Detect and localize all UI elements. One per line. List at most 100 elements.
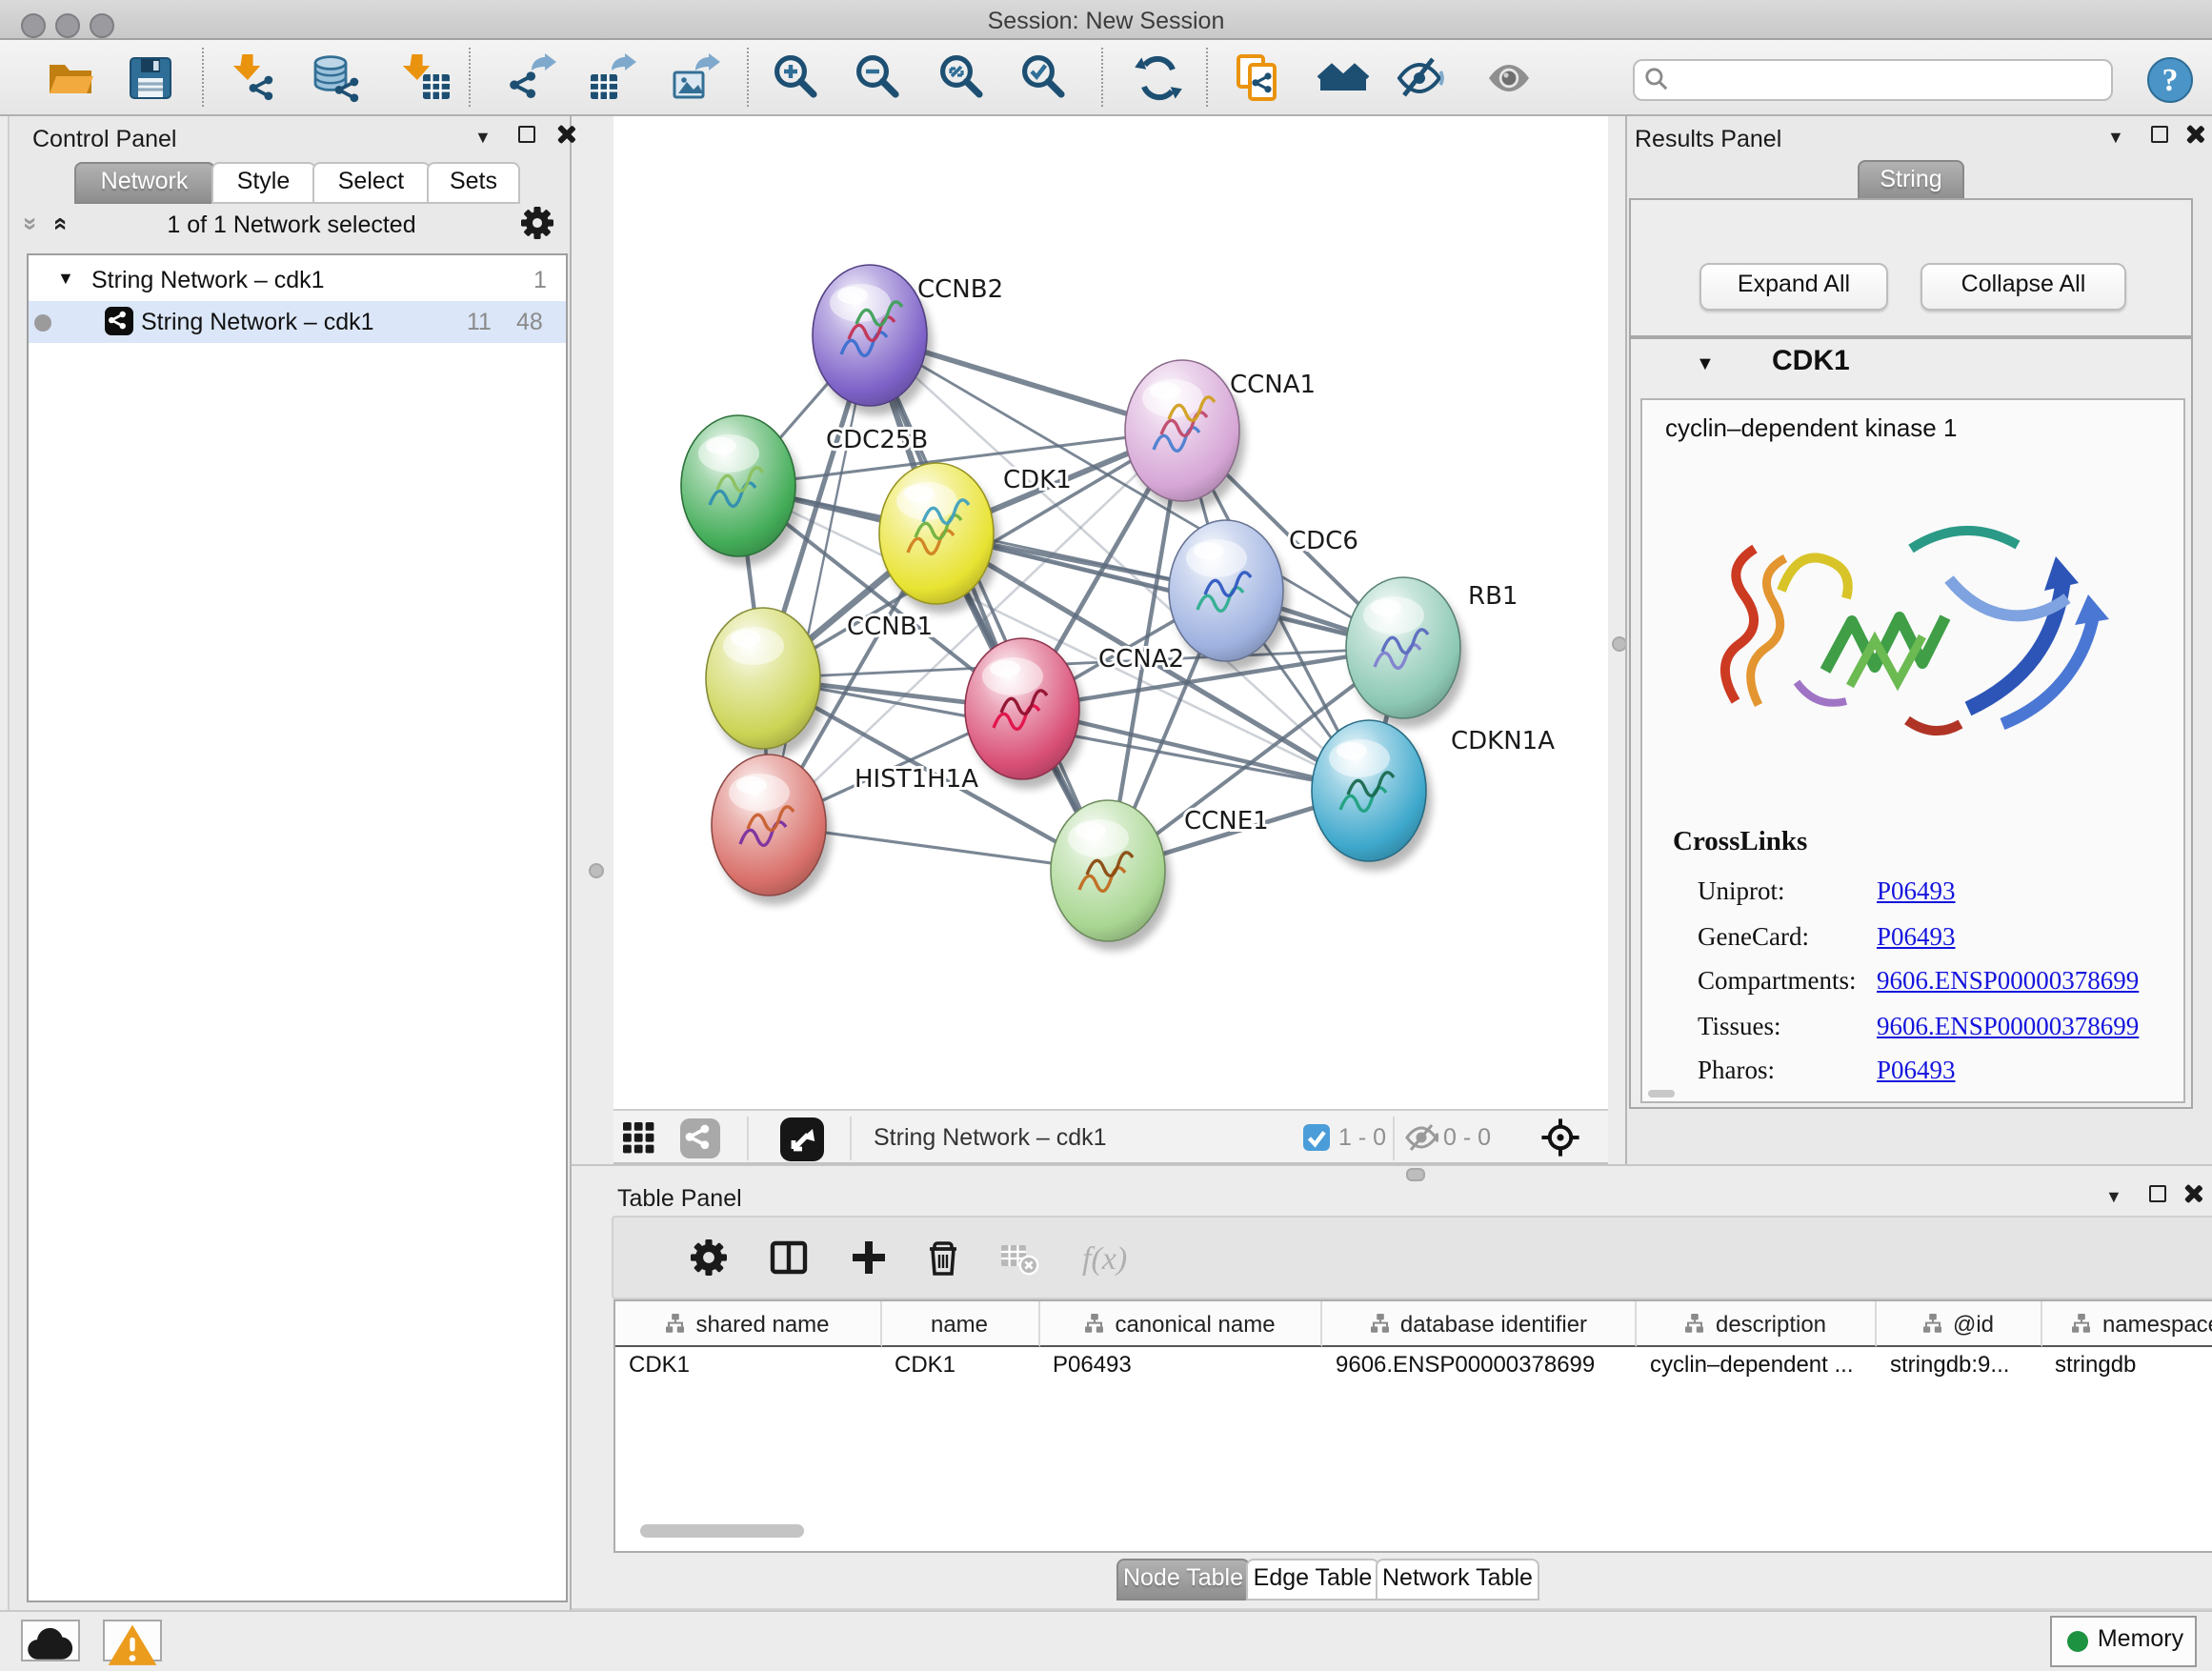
table-cell[interactable]: stringdb	[2041, 1347, 2212, 1383]
table-cell[interactable]: P06493	[1039, 1347, 1334, 1383]
network-list: ▼ String Network – cdk1 1 String Network…	[27, 253, 568, 1602]
cloud-icon[interactable]	[21, 1620, 80, 1661]
gear-icon[interactable]	[688, 1237, 730, 1278]
left-splitter-handle[interactable]	[589, 863, 604, 878]
zoom-selected-button[interactable]	[1016, 50, 1073, 107]
share-network-icon[interactable]	[679, 1118, 719, 1158]
panel-float-icon[interactable]	[518, 126, 535, 147]
column-header-name[interactable]: name	[881, 1301, 1039, 1347]
grid-view-icon[interactable]	[622, 1122, 654, 1155]
hide-selected-button[interactable]	[1393, 50, 1450, 107]
node-HIST1H1A[interactable]: HIST1H1A	[711, 755, 977, 905]
table-cell[interactable]: CDK1	[881, 1347, 1051, 1383]
import-database-icon	[309, 82, 366, 114]
tab-select[interactable]: Select	[312, 162, 431, 204]
zoom-out-button[interactable]	[850, 50, 907, 107]
collapse-all-button[interactable]: Collapse All	[1920, 263, 2126, 311]
panel-close-icon[interactable]	[2182, 1183, 2202, 1208]
panel-menu-icon[interactable]: ▼	[474, 128, 492, 147]
import-network-from-file-button[interactable]	[229, 50, 286, 107]
gear-icon[interactable]	[520, 206, 554, 240]
crosslink-value-link[interactable]: 9606.ENSP00000378699	[1877, 1011, 2139, 1041]
node-CDKN1A[interactable]: CDKN1A	[1311, 720, 1554, 871]
move-crosshair-icon[interactable]	[1538, 1117, 1580, 1158]
expand-all-icon[interactable]: «	[55, 208, 74, 238]
memory-button[interactable]: Memory	[2050, 1616, 2197, 1667]
network-collection-row[interactable]: ▼ String Network – cdk1 1	[29, 263, 566, 301]
node-CDC6[interactable]: CDC6	[1168, 520, 1357, 671]
scrollbar-stub[interactable]	[1648, 1090, 1675, 1097]
crosslink-value-link[interactable]: P06493	[1877, 876, 1956, 907]
tab-sets[interactable]: Sets	[427, 162, 520, 204]
table-cell[interactable]: CDK1	[615, 1347, 893, 1383]
node-table[interactable]: shared namenamecanonical namedatabase id…	[613, 1299, 2212, 1553]
open-session-button[interactable]	[42, 50, 99, 107]
panel-float-icon[interactable]	[2149, 1185, 2166, 1206]
node-RB1[interactable]: RB1	[1345, 577, 1517, 728]
refresh-view-button[interactable]	[1130, 50, 1187, 107]
tab-style[interactable]: Style	[211, 162, 315, 204]
export-image-icon	[669, 82, 726, 114]
node-CCNB2[interactable]: CCNB2	[812, 265, 1002, 415]
panel-menu-icon[interactable]: ▼	[2107, 128, 2124, 147]
crosslink-value-link[interactable]: 9606.ENSP00000378699	[1877, 966, 2139, 997]
panel-menu-icon[interactable]: ▼	[2105, 1187, 2122, 1206]
panel-float-icon[interactable]	[2151, 126, 2168, 147]
crosslink-value-link[interactable]: P06493	[1877, 1056, 1956, 1086]
export-image-button[interactable]	[669, 50, 726, 107]
warning-icon[interactable]	[103, 1620, 162, 1661]
tab-network-table[interactable]: Network Table	[1376, 1559, 1539, 1601]
network-node-count: 11	[467, 309, 492, 335]
search-input[interactable]	[1677, 63, 2103, 97]
table-cell[interactable]: 9606.ENSP00000378699	[1322, 1347, 1648, 1383]
tab-edge-table[interactable]: Edge Table	[1246, 1559, 1379, 1601]
column-tree-icon	[2072, 1313, 2093, 1334]
horizontal-scrollbar-thumb[interactable]	[640, 1524, 804, 1538]
import-network-from-database-button[interactable]	[309, 50, 366, 107]
panel-close-icon[interactable]	[2183, 124, 2204, 149]
trash-icon[interactable]	[922, 1237, 964, 1278]
column-header-canonical-name[interactable]: canonical name	[1039, 1301, 1322, 1347]
network-row[interactable]: String Network – cdk1 11 48	[29, 301, 566, 343]
search-box[interactable]	[1633, 59, 2113, 101]
import-table-from-file-button[interactable]	[398, 50, 455, 107]
birdseye-view-icon[interactable]	[778, 1116, 824, 1161]
help-button[interactable]: ?	[2142, 51, 2199, 109]
export-network-button[interactable]	[505, 50, 562, 107]
node-CCNA1[interactable]: CCNA1	[1124, 360, 1315, 511]
crosslink-value-link[interactable]: P06493	[1877, 921, 1956, 952]
column-header-shared-name[interactable]: shared name	[615, 1301, 881, 1347]
network-canvas[interactable]: CCNB2CCNA1CDC25BCDK1CDC6RB1CCNB1CCNA2CDK…	[613, 116, 1608, 1109]
node-label-CCNA2: CCNA2	[1097, 645, 1183, 674]
expand-all-button[interactable]: Expand All	[1699, 263, 1888, 311]
tab-node-table[interactable]: Node Table	[1116, 1559, 1250, 1601]
table-cell[interactable]: stringdb:9...	[1877, 1347, 2053, 1383]
column-header-@id[interactable]: @id	[1877, 1301, 2041, 1347]
tab-network[interactable]: Network	[73, 162, 215, 204]
zoom-fit-content-button[interactable]	[934, 50, 991, 107]
show-all-button[interactable]	[1482, 50, 1539, 107]
add-icon[interactable]	[848, 1237, 890, 1278]
collapse-all-icon[interactable]: »	[25, 208, 44, 238]
tree-expander-icon[interactable]: ▼	[57, 269, 74, 288]
node-CCNE1[interactable]: CCNE1	[1050, 800, 1268, 951]
entry-details: cyclin–dependent kinase 1 Cross	[1640, 398, 2185, 1103]
column-header-namespace[interactable]: namespace	[2041, 1301, 2212, 1347]
columns-icon[interactable]	[768, 1237, 810, 1278]
table-cell[interactable]: cyclin–dependent ...	[1637, 1347, 1888, 1383]
node-CDK1[interactable]: CDK1	[878, 463, 1071, 614]
zoom-in-button[interactable]	[768, 50, 825, 107]
panel-close-icon[interactable]	[554, 124, 575, 149]
export-table-button[interactable]	[585, 50, 642, 107]
tab-string[interactable]: String	[1858, 160, 1964, 202]
column-header-description[interactable]: description	[1637, 1301, 1877, 1347]
horizontal-splitter-handle[interactable]	[1406, 1168, 1425, 1181]
column-header-database-identifier[interactable]: database identifier	[1322, 1301, 1637, 1347]
entry-expander-icon[interactable]: ▼	[1696, 354, 1715, 375]
first-neighbors-button[interactable]	[1315, 50, 1372, 107]
selected-checkbox-icon[interactable]	[1302, 1124, 1329, 1151]
save-session-button[interactable]	[122, 50, 179, 107]
right-splitter-handle[interactable]	[1611, 636, 1626, 652]
hidden-eye-icon[interactable]	[1403, 1120, 1438, 1155]
new-network-from-selection-button[interactable]	[1231, 50, 1288, 107]
